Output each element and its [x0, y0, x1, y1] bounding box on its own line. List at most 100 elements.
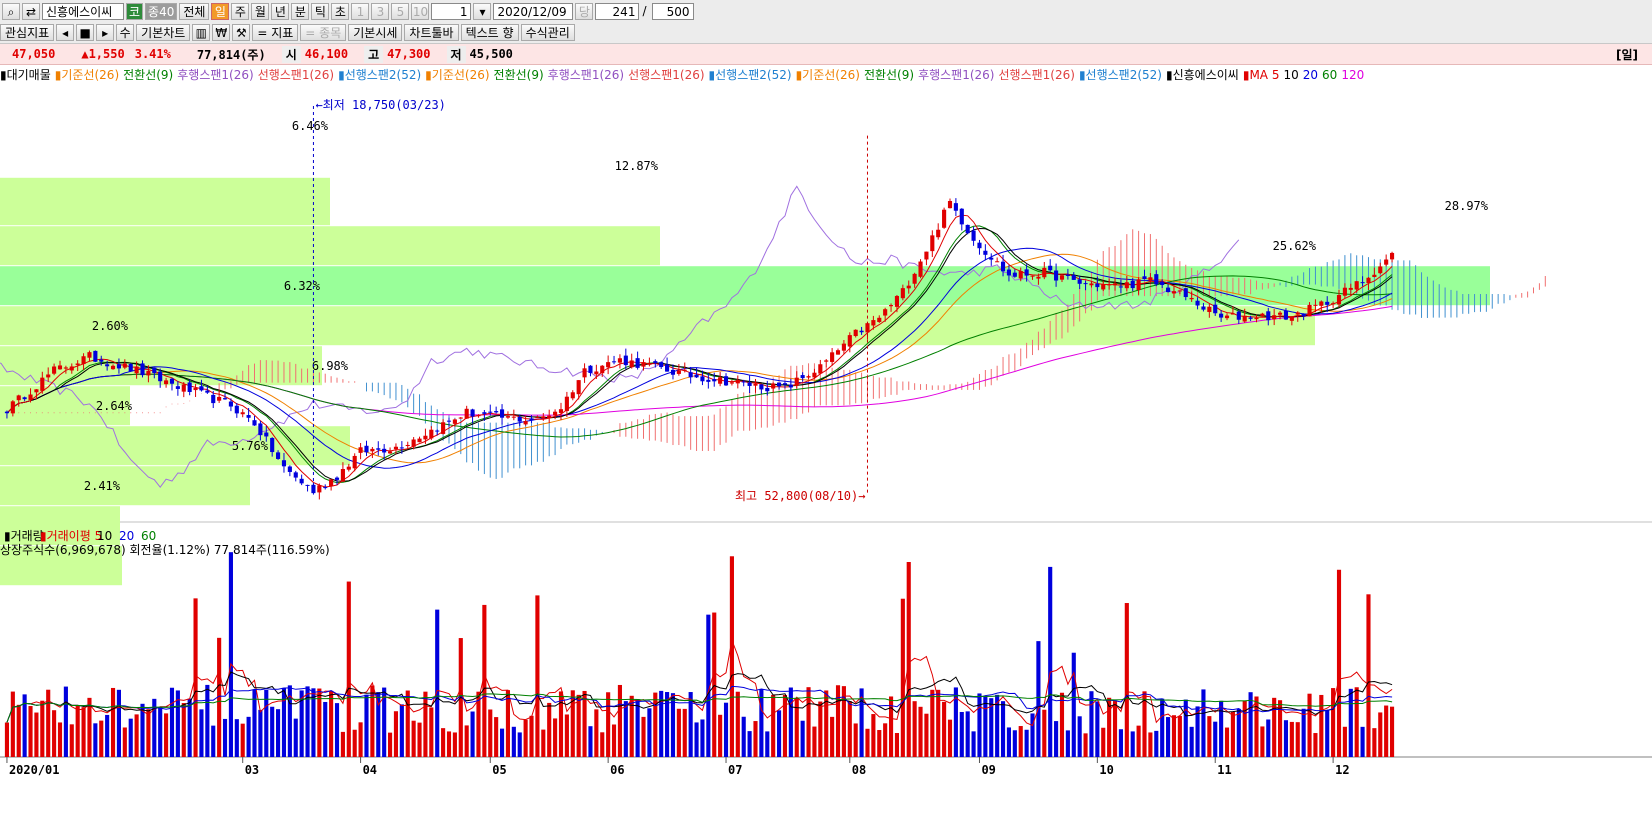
volume-bar [1201, 689, 1206, 757]
candle-body [246, 415, 251, 418]
chart-toolbar-button[interactable]: 차트툴바 [404, 23, 459, 41]
candle-body [364, 445, 369, 453]
basic-quote-button[interactable]: 기본시세 [348, 23, 403, 41]
candle-body [10, 401, 15, 414]
date-select[interactable]: 2020/12/09 [493, 2, 574, 20]
volume-bar [423, 691, 428, 757]
nav-stop-button[interactable]: ■ [76, 23, 95, 41]
candle-body [205, 390, 210, 393]
volume-bar [1219, 700, 1224, 757]
candle-body [771, 383, 776, 389]
volume-bar [464, 725, 469, 757]
volume-profile-label: 6.98% [312, 359, 349, 373]
volume-bar [1083, 733, 1088, 757]
text-button[interactable]: 텍스트 향 [460, 23, 519, 41]
price-summary-bar: 47,050 ▲1,550 3.41% 77,814(주) 시 46,100 고… [0, 44, 1652, 65]
day-button[interactable]: [일] [1616, 46, 1638, 63]
period-week-button[interactable]: 주 [231, 2, 250, 20]
watch-indicator-button[interactable]: 관심지표 [0, 23, 55, 41]
interval-1-button[interactable]: 1 [351, 2, 370, 20]
interval-5-button[interactable]: 5 [391, 2, 410, 20]
candle-body [1254, 317, 1259, 320]
candle-body [1030, 275, 1035, 277]
volume-bar [906, 562, 911, 757]
volume-bar [1166, 717, 1171, 757]
period-year-button[interactable]: 년 [271, 2, 290, 20]
candle-body [1101, 284, 1106, 290]
candle-body [1006, 269, 1012, 276]
volume-bar [1213, 721, 1218, 757]
candle-body [87, 352, 92, 358]
candle-body [99, 359, 104, 362]
volume-bar [847, 701, 852, 757]
volume-bar [1236, 708, 1241, 757]
wrench-icon: ⚒ [235, 25, 247, 40]
interval-spin-button[interactable]: ▾ [473, 2, 492, 20]
candle-body [694, 374, 699, 378]
volume-bar [947, 719, 953, 757]
volume-bar [1089, 691, 1094, 757]
volume-bar [930, 689, 935, 757]
candle-body [116, 364, 121, 369]
candle-body [458, 417, 463, 419]
nav-prev-button[interactable]: ◂ [56, 23, 75, 41]
candle-body [276, 452, 281, 459]
formula-button[interactable]: 수식관리 [520, 23, 575, 41]
interval-3-button[interactable]: 3 [371, 2, 390, 20]
chart-type-button[interactable]: ▥ [192, 23, 211, 41]
interval-count-input[interactable]: 1 [431, 2, 472, 20]
volume-bar [116, 689, 121, 757]
candle-body [900, 288, 905, 299]
current-button[interactable]: 당 [575, 2, 594, 20]
won-button[interactable]: ₩ [212, 23, 231, 41]
candle-body [659, 362, 664, 368]
tool-button[interactable]: ⚒ [232, 23, 251, 41]
volume-bar [46, 689, 51, 757]
legend-item-0: ▮대기매물 [0, 68, 51, 82]
volume-bar [281, 687, 287, 757]
candle-body [623, 355, 628, 366]
candle-body [193, 387, 198, 391]
period-minute-button[interactable]: 분 [291, 2, 310, 20]
volume-bar [588, 726, 593, 757]
nav-next-button[interactable]: ▸ [96, 23, 115, 41]
candle-body [788, 384, 793, 388]
view-count-input[interactable]: 241 [595, 2, 640, 20]
candle-body [853, 329, 858, 337]
nav-su-button[interactable]: 수 [116, 23, 135, 41]
interval-10-button[interactable]: 10 [411, 2, 430, 20]
candle-body [476, 415, 481, 417]
volume-bar [900, 598, 905, 757]
total-count-input[interactable]: 500 [651, 2, 694, 20]
stock-chart[interactable]: 6.46% 12.87% 28.97% 6.32% 2.60% 6.98% 2.64% 5.7… [0, 82, 1652, 814]
refresh-button[interactable]: ⇄ [22, 2, 40, 20]
period-day-button[interactable]: 일 [211, 2, 230, 20]
candle-body [299, 478, 304, 484]
candle-body [729, 382, 734, 384]
indicator-button[interactable]: = 지표 [252, 23, 299, 41]
candle-body [617, 358, 622, 363]
candle-body [1236, 311, 1241, 320]
search-button[interactable]: ⌕ [2, 2, 20, 20]
period-month-button[interactable]: 월 [251, 2, 270, 20]
x-tick-label: 05 [492, 763, 506, 777]
legend-item-20: 60 [1322, 68, 1338, 82]
volume-legend-item-4: 60 [141, 529, 156, 543]
candle-body [682, 369, 687, 371]
group-badge[interactable]: 종40 [145, 2, 178, 20]
volume-bar [1325, 709, 1330, 757]
volume-bar [158, 707, 163, 757]
market-badge[interactable]: 코 [126, 2, 144, 20]
basic-chart-button[interactable]: 기본차트 [136, 23, 191, 41]
stock-name-input[interactable]: 신흥에스이씨 [42, 2, 124, 20]
volume-bar [81, 707, 86, 757]
candle-body [287, 466, 292, 472]
volume-bar [1266, 719, 1271, 757]
item-button[interactable]: = 종목 [300, 23, 347, 41]
volume-legend-item-1: ▮거래이평 5 [40, 529, 102, 543]
volume-bar [1378, 712, 1383, 757]
volume-bar [405, 690, 410, 757]
period-second-button[interactable]: 초 [331, 2, 350, 20]
period-tick-button[interactable]: 틱 [311, 2, 330, 20]
all-button[interactable]: 전체 [179, 2, 210, 20]
